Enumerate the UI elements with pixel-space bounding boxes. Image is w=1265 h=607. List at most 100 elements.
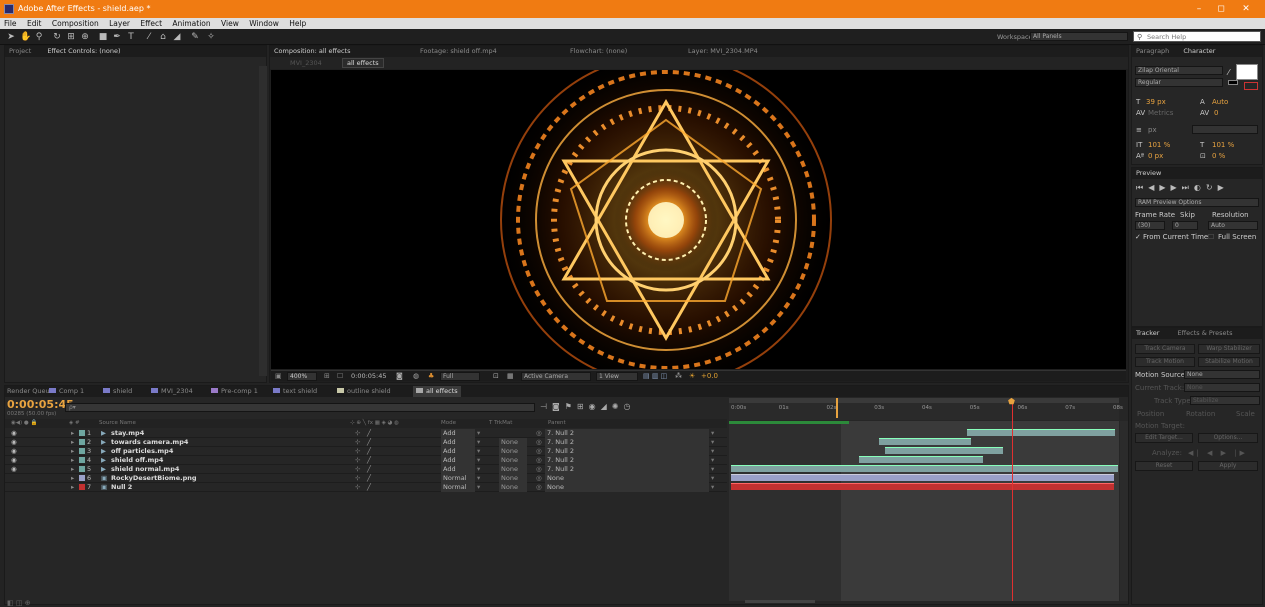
expand-modes-icon[interactable]: ◫ [16, 599, 23, 607]
timeline-scrollbar[interactable] [1120, 421, 1128, 601]
live-update-icon[interactable]: ◷ [623, 402, 635, 411]
timeline-tab-comp-1[interactable]: Comp 1 [49, 386, 84, 397]
ram-preview-icon[interactable]: ▶ [1218, 183, 1229, 192]
scale-checkbox[interactable]: Scale [1236, 410, 1255, 418]
menu-view[interactable]: View [221, 19, 239, 28]
quality-switch-icon[interactable]: ╱ [367, 465, 371, 474]
quality-switch-icon[interactable]: ╱ [367, 447, 371, 456]
toggle-pixel-aspect-icon[interactable]: ▤ ▥ ◫ [643, 372, 667, 380]
layer-row[interactable]: ◉ ▸ 5 ▶ shield normal.mp4 ⊹ ╱ Add ▾ None ◎ 7. Null … [5, 465, 727, 474]
layer-bar-null-2[interactable] [731, 483, 1114, 490]
stabilize-motion-button[interactable]: Stabilize Motion [1198, 357, 1260, 367]
flowchart-icon[interactable]: ⁂ [675, 372, 682, 380]
eyedropper-icon[interactable]: ⁄ [1228, 68, 1229, 77]
layer-parent-dropdown[interactable]: None [545, 483, 709, 492]
visibility-eye-icon[interactable]: ◉ [11, 438, 17, 447]
expand-arrow-icon[interactable]: ▸ [71, 438, 74, 447]
menu-effect[interactable]: Effect [140, 19, 162, 28]
maximize-button[interactable]: ◻ [1210, 0, 1232, 18]
no-stroke-swatch[interactable] [1244, 82, 1258, 90]
camera-tool-icon[interactable]: ⊞ [66, 32, 76, 42]
composition-viewer[interactable] [271, 70, 1126, 369]
rotate-tool-icon[interactable]: ↻ [52, 32, 62, 42]
layer-source-name[interactable]: RockyDesertBiome.png [111, 474, 197, 483]
shy-switch-icon[interactable]: ⊹ [355, 456, 360, 465]
menu-layer[interactable]: Layer [109, 19, 130, 28]
effect-controls-scrollbar[interactable] [259, 66, 267, 376]
timeline-search-field[interactable]: ρ▾ [65, 403, 535, 412]
layer-source-name[interactable]: off particles.mp4 [111, 447, 173, 456]
zoom-tool-icon[interactable]: ⚲ [34, 32, 44, 42]
layer-row[interactable]: ▸ 6 ▣ RockyDesertBiome.png ⊹ ╱ Normal ▾ None ◎ Non… [5, 474, 727, 483]
quality-switch-icon[interactable]: ╱ [367, 483, 371, 492]
layer-row[interactable]: ◉ ▸ 4 ▶ shield off.mp4 ⊹ ╱ Add ▾ None ◎ 7. Null 2 ▾ [5, 456, 727, 465]
layer-bar-rocky-desert[interactable] [731, 474, 1114, 481]
menu-edit[interactable]: Edit [27, 19, 42, 28]
reset-button[interactable]: Reset [1135, 461, 1193, 471]
layer-mode-dropdown[interactable]: Add [441, 429, 475, 438]
current-time-indicator[interactable] [1012, 399, 1013, 601]
previous-frame-icon[interactable]: ◀ [1148, 183, 1159, 192]
pen-tool-icon[interactable]: ✒ [112, 32, 122, 42]
tab-flowchart[interactable]: Flowchart: (none) [570, 46, 627, 57]
layer-trkmat-dropdown[interactable]: None [499, 483, 527, 492]
graph-editor-icon[interactable]: ◢ [601, 402, 612, 411]
expand-switches-icon[interactable]: ◧ [7, 599, 14, 607]
layer-trkmat-dropdown[interactable]: None [499, 447, 527, 456]
last-frame-icon[interactable]: ⏭ [1182, 183, 1194, 192]
time-indicator-head-icon[interactable]: ⬟ [1008, 397, 1015, 406]
layer-bar-stay[interactable] [967, 429, 1115, 436]
timeline-tab-pre-comp-1[interactable]: Pre-comp 1 [211, 386, 258, 397]
expand-arrow-icon[interactable]: ▸ [71, 483, 74, 492]
resolution-preview-dropdown[interactable]: Auto [1208, 221, 1258, 230]
zoom-slider[interactable] [745, 600, 815, 603]
layer-bar-off-particles[interactable] [885, 447, 1003, 454]
warp-stabilizer-button[interactable]: Warp Stabilizer [1198, 344, 1260, 354]
shy-switch-icon[interactable]: ⊹ [355, 438, 360, 447]
close-button[interactable]: ✕ [1235, 0, 1257, 18]
layer-mode-dropdown[interactable]: Add [441, 447, 475, 456]
workspace-dropdown[interactable]: All Panels [1030, 32, 1128, 41]
audio-icon[interactable]: ◐ [1194, 183, 1206, 192]
tab-layer[interactable]: Layer: MVI_2304.MP4 [688, 46, 758, 57]
timeline-tab-render-queue[interactable]: Render Queue [7, 386, 54, 397]
exposure-icon[interactable]: ☀ [689, 372, 695, 380]
snapshot-camera-icon[interactable]: ◙ [396, 372, 403, 380]
magnification-dropdown[interactable]: 400% [287, 372, 317, 381]
layer-mode-dropdown[interactable]: Normal [441, 483, 475, 492]
quality-switch-icon[interactable]: ╱ [367, 429, 371, 438]
play-icon[interactable]: ▶ [1159, 183, 1170, 192]
minimize-button[interactable]: – [1188, 0, 1210, 18]
layer-source-name[interactable]: shield normal.mp4 [111, 465, 179, 474]
layer-row[interactable]: ◉ ▸ 2 ▶ towards camera.mp4 ⊹ ╱ Add ▾ None ◎ 7. Null… [5, 438, 727, 447]
expand-arrow-icon[interactable]: ▸ [71, 447, 74, 456]
track-camera-button[interactable]: Track Camera [1135, 344, 1195, 354]
shy-switch-icon[interactable]: ⊹ [355, 474, 360, 483]
next-frame-icon[interactable]: ▶ [1171, 183, 1182, 192]
visibility-eye-icon[interactable]: ◉ [11, 447, 17, 456]
trkmat-header[interactable]: T TrkMat [489, 419, 512, 428]
layer-row[interactable]: ◉ ▸ 1 ▶ stay.mp4 ⊹ ╱ Add ▾ ◎ 7. Null 2 ▾ [5, 429, 727, 438]
layer-trkmat-dropdown[interactable]: None [499, 438, 527, 447]
parent-header[interactable]: Parent [548, 419, 566, 428]
stroke-order-dropdown[interactable] [1192, 125, 1258, 134]
frame-blending-icon[interactable]: ⊞ [577, 402, 589, 411]
timeline-tab-all-effects[interactable]: all effects [413, 386, 461, 397]
expand-stretch-icon[interactable]: ⊕ [25, 599, 31, 607]
shy-switch-icon[interactable]: ⊹ [355, 429, 360, 438]
shy-switch-icon[interactable]: ⊹ [355, 483, 360, 492]
horizontal-scale-value[interactable]: 101 % [1212, 141, 1234, 149]
layer-parent-dropdown[interactable]: 7. Null 2 [545, 438, 709, 447]
baseline-shift-value[interactable]: 0 px [1148, 152, 1163, 160]
mask-tool-icon[interactable]: ■ [98, 32, 108, 42]
mask-visibility-icon[interactable]: ☐ [337, 372, 343, 380]
shy-switch-icon[interactable]: ⊹ [355, 447, 360, 456]
track-motion-button[interactable]: Track Motion [1135, 357, 1195, 367]
tab-paragraph[interactable]: Paragraph [1136, 47, 1169, 55]
visibility-eye-icon[interactable]: ◉ [11, 465, 17, 474]
menu-composition[interactable]: Composition [52, 19, 99, 28]
leading-value[interactable]: Auto [1212, 98, 1228, 106]
layer-bar-shield-off[interactable] [859, 456, 983, 463]
safe-zones-icon[interactable]: ⊞ [324, 372, 330, 380]
analyze-controls-icon[interactable]: ◀| ◀ ▶ |▶ [1188, 449, 1248, 457]
